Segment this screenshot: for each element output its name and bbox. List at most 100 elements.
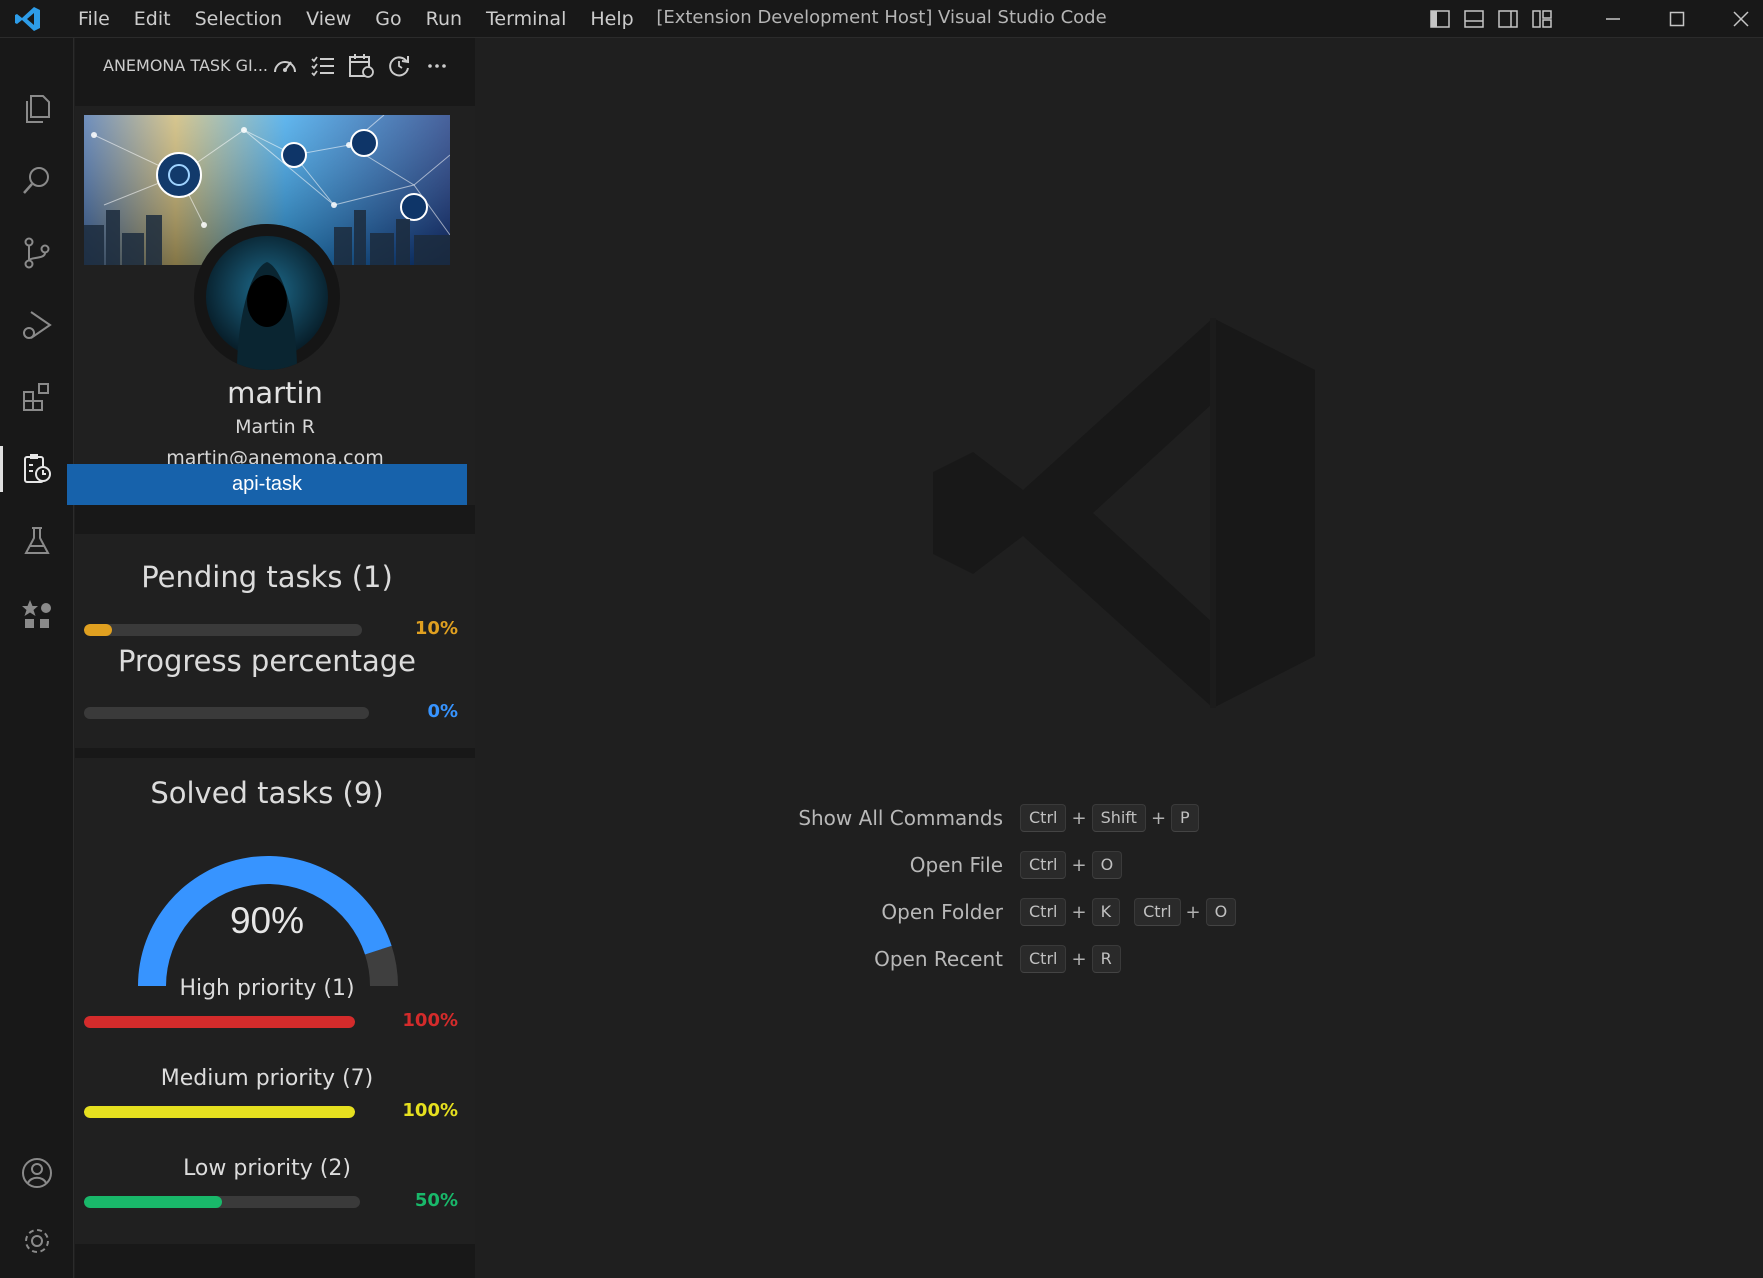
key-plus: + (1071, 901, 1087, 923)
menu-selection[interactable]: Selection (183, 8, 295, 30)
shortcut-label[interactable]: Open File (910, 849, 1003, 881)
menu-run[interactable]: Run (414, 8, 474, 30)
shortcut-label[interactable]: Open Folder (881, 896, 1003, 928)
vscode-watermark-icon (933, 318, 1315, 708)
shortcut-row[interactable]: Open File Ctrl + O (475, 849, 1763, 883)
shortcut-keys: Ctrl + R (1020, 943, 1121, 975)
activity-bar (0, 38, 74, 1278)
keycap: O (1205, 898, 1237, 926)
toggle-panel-icon[interactable] (1462, 7, 1486, 31)
toggle-secondary-sidebar-icon[interactable] (1496, 7, 1520, 31)
dashboard-icon[interactable] (271, 52, 299, 80)
maximize-button[interactable] (1645, 0, 1709, 38)
low-priority-bar (84, 1196, 360, 1208)
low-priority-percent: 50% (414, 1190, 458, 1211)
menu-view[interactable]: View (294, 8, 363, 30)
high-priority-percent: 100% (402, 1010, 458, 1031)
shortcut-row[interactable]: Show All Commands Ctrl + Shift + P (475, 802, 1763, 836)
activity-source-control[interactable] (0, 218, 74, 288)
activity-run-debug[interactable] (0, 290, 74, 360)
keycap: K (1091, 898, 1121, 926)
keycap: R (1091, 945, 1121, 973)
solved-percent: 90% (229, 900, 305, 941)
toggle-primary-sidebar-icon[interactable] (1428, 7, 1452, 31)
solved-tasks-card: Solved tasks (9) 90% High priority (1) 1… (75, 758, 475, 1244)
keycap: Ctrl (1020, 898, 1067, 926)
progress-percentage-bar (84, 707, 369, 719)
checklist-icon[interactable] (309, 52, 337, 80)
keycap: Ctrl (1134, 898, 1181, 926)
extensions-icon (23, 383, 49, 411)
pending-tasks-title: Pending tasks (1) (141, 560, 393, 594)
search-icon (23, 167, 49, 194)
shortcut-keys: Ctrl + O (1020, 849, 1123, 881)
close-icon (1733, 11, 1749, 27)
account-icon (22, 1158, 52, 1188)
low-priority-fill (84, 1196, 222, 1208)
minimize-button[interactable] (1581, 0, 1645, 38)
tasks-overview-card: Pending tasks (1) 10% Progress percentag… (75, 534, 475, 748)
menu-go[interactable]: Go (363, 8, 413, 30)
refresh-icon[interactable] (385, 52, 413, 80)
activity-anemona-tasks[interactable] (0, 434, 74, 504)
profile-full-name: Martin R (235, 416, 315, 438)
activity-accounts[interactable] (0, 1138, 74, 1208)
shortcut-keys: Ctrl + K Ctrl + O (1020, 896, 1237, 928)
medium-priority-title: Medium priority (7) (160, 1066, 374, 1091)
avatar (194, 224, 340, 370)
editor-area: Show All Commands Ctrl + Shift + P Open File Ct… (475, 38, 1763, 1278)
low-priority-title: Low priority (2) (183, 1156, 351, 1181)
keycap: Ctrl (1020, 851, 1067, 879)
menu-help[interactable]: Help (578, 8, 645, 30)
shortcut-label[interactable]: Show All Commands (798, 802, 1003, 834)
activity-extensions[interactable] (0, 362, 74, 432)
keycap: Shift (1091, 804, 1146, 832)
key-plus: + (1150, 807, 1167, 829)
task-clipboard-icon (24, 454, 51, 483)
menu-terminal[interactable]: Terminal (474, 8, 578, 30)
high-priority-fill (84, 1016, 355, 1028)
run-debug-icon (23, 311, 52, 339)
pending-progress-fill (84, 624, 112, 636)
progress-percent: 0% (427, 701, 458, 722)
pending-percent: 10% (414, 618, 458, 639)
menu-file[interactable]: File (66, 8, 122, 30)
profile-card: martin Martin R martin@anemona.com admin (75, 106, 475, 505)
testing-flask-icon (24, 527, 50, 554)
vscode-logo-icon (15, 7, 40, 31)
medium-priority-percent: 100% (402, 1100, 458, 1121)
keycap: Ctrl (1020, 804, 1067, 832)
sidebar-actions (271, 52, 451, 80)
activity-custom-view[interactable] (0, 578, 74, 648)
shortcut-row[interactable]: Open Folder Ctrl + K Ctrl + O (475, 896, 1763, 930)
shortcut-label[interactable]: Open Recent (874, 943, 1003, 975)
key-plus: + (1071, 948, 1087, 970)
high-priority-bar (84, 1016, 355, 1028)
source-control-icon (24, 237, 50, 269)
activity-search[interactable] (0, 146, 74, 216)
key-plus: + (1071, 807, 1087, 829)
shortcut-row[interactable]: Open Recent Ctrl + R (475, 943, 1763, 977)
explorer-icon (26, 95, 50, 123)
close-window-button[interactable] (1709, 0, 1763, 38)
medium-priority-bar (84, 1106, 355, 1118)
title-bar: File Edit Selection View Go Run Terminal… (0, 0, 1763, 38)
customize-layout-icon[interactable] (1530, 7, 1554, 31)
keycap: P (1171, 804, 1199, 832)
task-sidebar: ANEMONA TASK GI... martin Martin R marti… (67, 38, 475, 1278)
activity-explorer[interactable] (0, 74, 74, 144)
hooded-user-image (194, 224, 340, 370)
project-selector[interactable]: api-task (67, 464, 467, 505)
keycap: Ctrl (1020, 945, 1067, 973)
menu-edit[interactable]: Edit (122, 8, 183, 30)
sidebar-title: ANEMONA TASK GI... (103, 56, 269, 75)
activity-manage[interactable] (0, 1206, 74, 1276)
pending-progress-bar (84, 624, 362, 636)
keycap: O (1091, 851, 1123, 879)
high-priority-title: High priority (1) (179, 976, 355, 1001)
layout-controls (1428, 7, 1554, 31)
more-icon[interactable] (423, 52, 451, 80)
gear-icon (25, 1229, 49, 1253)
activity-testing[interactable] (0, 506, 74, 576)
calendar-icon[interactable] (347, 52, 375, 80)
